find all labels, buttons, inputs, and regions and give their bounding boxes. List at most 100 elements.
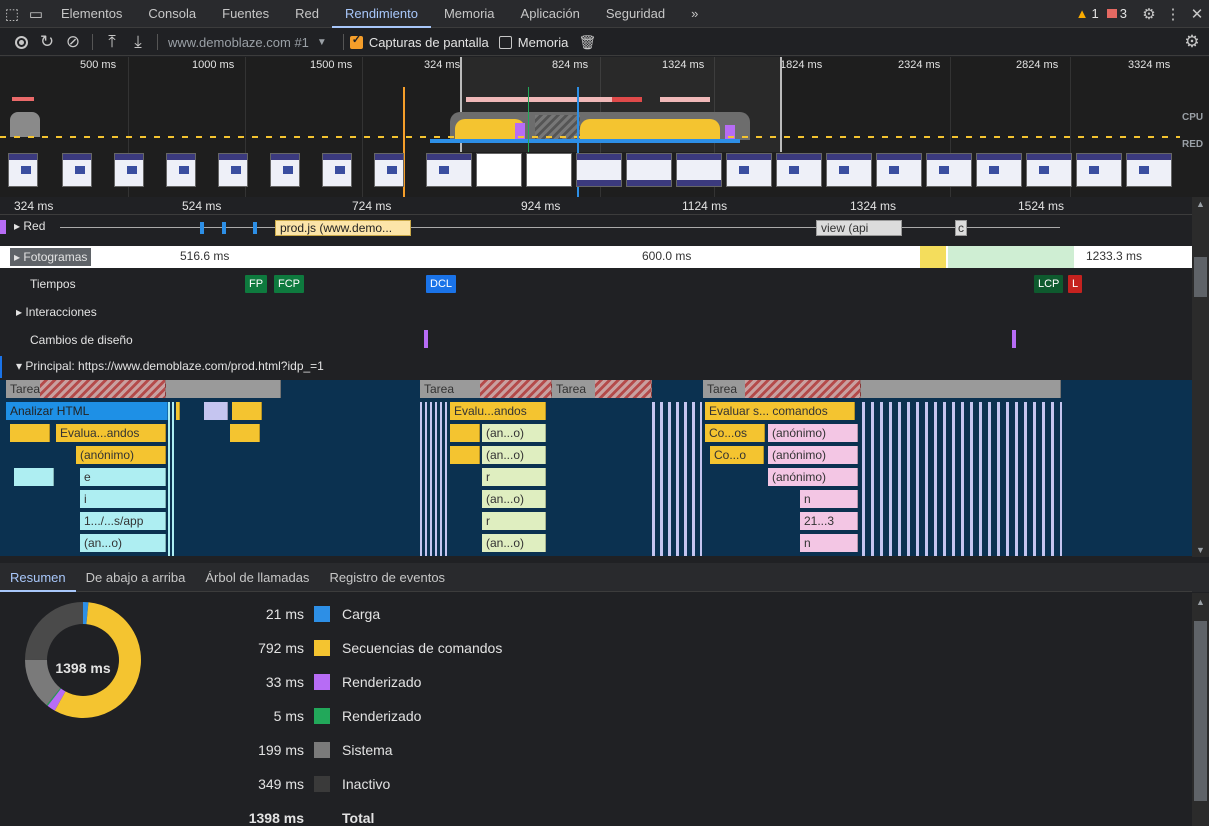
screenshot-thumbnail[interactable] xyxy=(626,153,672,187)
collect-garbage-button[interactable]: 🗑 xyxy=(574,29,600,56)
screenshot-thumbnail[interactable] xyxy=(526,153,572,187)
save-profile-button[interactable]: ⤓ xyxy=(125,29,151,56)
layout-shift-marker[interactable] xyxy=(1012,330,1016,348)
flame-block[interactable] xyxy=(230,424,260,442)
tab-elements[interactable]: Elementos xyxy=(48,0,135,28)
screenshot-thumbnail[interactable] xyxy=(166,153,196,187)
lcp-marker[interactable]: LCP xyxy=(1034,275,1064,293)
tab-security[interactable]: Seguridad xyxy=(593,0,678,28)
flame-anonymous[interactable]: (an...o) xyxy=(80,534,166,552)
flame-block[interactable] xyxy=(450,424,480,442)
flame-block[interactable] xyxy=(10,424,50,442)
error-count[interactable]: 3 xyxy=(1120,6,1127,21)
flame-function[interactable]: n xyxy=(800,490,858,508)
warning-count[interactable]: 1 xyxy=(1092,6,1099,21)
fcp-marker[interactable]: FCP xyxy=(274,275,304,293)
tab-network[interactable]: Red xyxy=(282,0,332,28)
flame-evaluate-script[interactable]: Evalu...andos xyxy=(450,402,546,420)
tab-performance[interactable]: Rendimiento xyxy=(331,0,431,28)
main-thread-header[interactable]: ▾ Principal: https://www.demoblaze.com/p… xyxy=(0,356,1192,378)
flame-block[interactable] xyxy=(450,446,480,464)
flame-parse-html[interactable]: Analizar HTML xyxy=(6,402,168,420)
screenshot-thumbnail[interactable] xyxy=(476,153,522,187)
network-track[interactable]: ▸ Red prod.js (www.demo... view (api c xyxy=(0,216,1192,238)
tab-bottom-up[interactable]: De abajo a arriba xyxy=(76,563,196,592)
screenshot-thumbnail[interactable] xyxy=(218,153,248,187)
screenshot-thumbnail[interactable] xyxy=(576,153,622,187)
timeline-overview[interactable]: 500 ms 1000 ms 1500 ms 324 ms 824 ms 132… xyxy=(0,57,1209,197)
capture-settings-button[interactable]: ⚙ xyxy=(1179,29,1205,56)
task-block[interactable] xyxy=(861,380,1061,398)
frame-duration[interactable]: 516.6 ms xyxy=(180,249,229,263)
device-toolbar-icon[interactable]: ▭ xyxy=(24,0,48,28)
screenshot-thumbnail[interactable] xyxy=(1126,153,1172,187)
tab-memory[interactable]: Memoria xyxy=(431,0,508,28)
screenshot-thumbnail[interactable] xyxy=(976,153,1022,187)
flame-compile[interactable]: Co...os xyxy=(705,424,765,442)
flame-function[interactable]: i xyxy=(80,490,166,508)
screenshot-thumbnail[interactable] xyxy=(114,153,144,187)
inspect-element-icon[interactable]: ⬚ xyxy=(0,0,24,28)
flame-anonymous[interactable]: (an...o) xyxy=(482,446,546,464)
screenshot-thumbnail[interactable] xyxy=(426,153,472,187)
frames-track[interactable]: ▸ Fotogramas 516.6 ms 600.0 ms 1233.3 ms xyxy=(0,246,1192,268)
screenshot-thumbnail[interactable] xyxy=(322,153,352,187)
screenshot-thumbnail[interactable] xyxy=(374,153,404,187)
interactions-track[interactable]: ▸ Interacciones xyxy=(0,298,1192,326)
tab-call-tree[interactable]: Árbol de llamadas xyxy=(195,563,319,592)
flame-block[interactable] xyxy=(232,402,262,420)
fp-marker[interactable]: FP xyxy=(245,275,268,293)
flame-function[interactable]: e xyxy=(80,468,166,486)
screenshot-thumbnail[interactable] xyxy=(676,153,722,187)
memory-label[interactable]: Memoria xyxy=(518,35,569,50)
flame-block[interactable] xyxy=(204,402,228,420)
warning-icon[interactable]: ▲ xyxy=(1076,6,1089,21)
flame-anonymous[interactable]: (anónimo) xyxy=(76,446,166,464)
flame-anonymous[interactable]: (an...o) xyxy=(482,534,546,552)
tab-application[interactable]: Aplicación xyxy=(508,0,593,28)
network-request[interactable]: view (api xyxy=(816,220,902,236)
layout-shift-marker[interactable] xyxy=(424,330,428,348)
profile-select[interactable]: www.demoblaze.com #1 xyxy=(168,35,309,50)
flame-function[interactable]: r xyxy=(482,468,546,486)
screenshots-checkbox[interactable]: ✓ xyxy=(349,34,363,49)
chevron-down-icon[interactable]: ▼ xyxy=(317,37,327,48)
flame-function[interactable]: 1.../...s/app xyxy=(80,512,166,530)
memory-checkbox[interactable] xyxy=(498,35,512,49)
record-button[interactable] xyxy=(8,29,34,56)
screenshot-thumbnail[interactable] xyxy=(776,153,822,187)
load-profile-button[interactable]: ⤒ xyxy=(99,29,125,56)
tab-console[interactable]: Consola xyxy=(135,0,209,28)
tab-summary[interactable]: Resumen xyxy=(0,563,76,592)
flame-compile[interactable]: Co...o xyxy=(710,446,764,464)
reload-record-button[interactable]: ↻ xyxy=(34,29,60,56)
flame-function[interactable]: 21...3 xyxy=(800,512,858,530)
screenshot-thumbnail[interactable] xyxy=(726,153,772,187)
flame-block[interactable] xyxy=(14,468,54,486)
expand-triangle-icon[interactable]: ▸ xyxy=(14,250,23,264)
error-icon[interactable] xyxy=(1106,9,1117,18)
collapse-triangle-icon[interactable]: ▾ xyxy=(16,359,25,373)
network-request[interactable]: prod.js (www.demo... xyxy=(275,220,411,236)
flame-evaluate-script[interactable]: Evalua...andos xyxy=(56,424,166,442)
clear-button[interactable]: ⊘ xyxy=(60,29,86,56)
screenshots-label[interactable]: Capturas de pantalla xyxy=(369,35,489,50)
flame-anonymous[interactable]: (an...o) xyxy=(482,424,546,442)
load-marker[interactable]: L xyxy=(1068,275,1083,293)
summary-scrollbar[interactable]: ▲ xyxy=(1192,593,1209,826)
frame-duration[interactable]: 600.0 ms xyxy=(642,249,691,263)
screenshot-thumbnail[interactable] xyxy=(926,153,972,187)
frame-duration[interactable]: 1233.3 ms xyxy=(1086,249,1142,263)
expand-triangle-icon[interactable]: ▸ xyxy=(14,219,23,233)
screenshot-thumbnail[interactable] xyxy=(62,153,92,187)
screenshot-thumbnail[interactable] xyxy=(826,153,872,187)
dcl-marker[interactable]: DCL xyxy=(426,275,457,293)
screenshot-thumbnail[interactable] xyxy=(1076,153,1122,187)
screenshot-thumbnail[interactable] xyxy=(270,153,300,187)
tab-sources[interactable]: Fuentes xyxy=(209,0,282,28)
flame-function[interactable]: n xyxy=(800,534,858,552)
flame-anonymous[interactable]: (anónimo) xyxy=(768,446,858,464)
settings-gear-icon[interactable]: ⚙ xyxy=(1137,0,1161,28)
flame-anonymous[interactable]: (anónimo) xyxy=(768,424,858,442)
flame-function[interactable]: r xyxy=(482,512,546,530)
